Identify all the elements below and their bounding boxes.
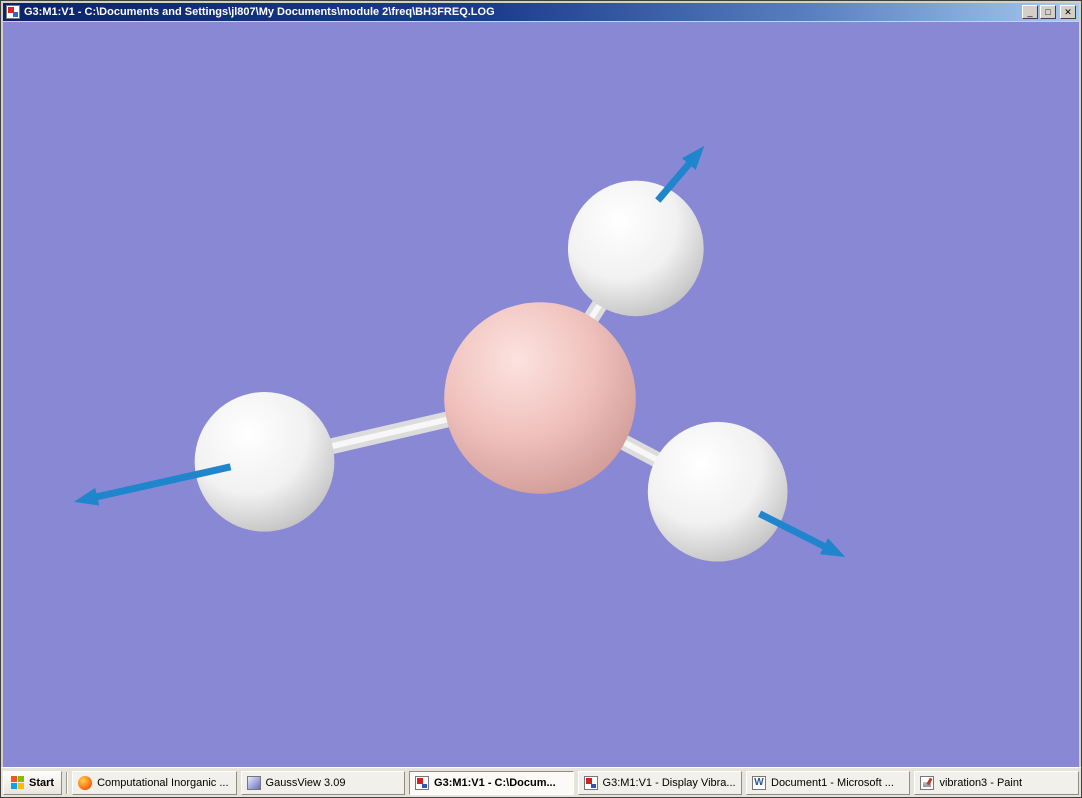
start-label: Start — [29, 777, 54, 789]
gaussview-window-icon — [584, 776, 598, 790]
task-label: vibration3 - Paint — [939, 777, 1072, 789]
molecule-svg — [3, 22, 1079, 767]
molecule-viewport[interactable] — [3, 22, 1079, 767]
taskbar-button-vibrations-window[interactable]: G3:M1:V1 - Display Vibra... — [578, 771, 742, 795]
taskbar-button-paint[interactable]: vibration3 - Paint — [914, 771, 1078, 795]
word-icon: W — [752, 776, 766, 790]
task-label: Computational Inorganic ... — [97, 777, 230, 789]
windows-logo-icon — [11, 776, 25, 790]
firefox-icon — [78, 776, 92, 790]
start-button[interactable]: Start — [3, 771, 62, 795]
atom-B[interactable] — [444, 302, 636, 493]
atom-H[interactable] — [648, 422, 788, 562]
taskbar-button-word[interactable]: W Document1 - Microsoft ... — [746, 771, 910, 795]
task-label: G3:M1:V1 - C:\Docum... — [434, 777, 567, 789]
minimize-button[interactable]: _ — [1022, 5, 1038, 19]
gaussview-icon — [247, 776, 261, 790]
atom-H[interactable] — [568, 181, 704, 317]
taskbar-button-molecule-window[interactable]: G3:M1:V1 - C:\Docum... — [409, 771, 573, 795]
taskbar-divider — [66, 772, 68, 794]
task-label: GaussView 3.09 — [266, 777, 399, 789]
taskbar: Start Computational Inorganic ... GaussV… — [1, 767, 1081, 797]
window-icon[interactable] — [6, 5, 20, 19]
window-title: G3:M1:V1 - C:\Documents and Settings\jl8… — [24, 6, 1020, 18]
task-label: Document1 - Microsoft ... — [771, 777, 904, 789]
close-button[interactable]: ✕ — [1060, 5, 1076, 19]
paint-icon — [920, 776, 934, 790]
maximize-button[interactable]: □ — [1040, 5, 1056, 19]
atom-H[interactable] — [195, 392, 335, 532]
task-label: G3:M1:V1 - Display Vibra... — [603, 777, 736, 789]
application-window: G3:M1:V1 - C:\Documents and Settings\jl8… — [0, 0, 1082, 798]
taskbar-button-gaussview[interactable]: GaussView 3.09 — [241, 771, 405, 795]
taskbar-button-browser[interactable]: Computational Inorganic ... — [72, 771, 236, 795]
taskbar-buttons: Computational Inorganic ... GaussView 3.… — [72, 771, 1079, 795]
titlebar[interactable]: G3:M1:V1 - C:\Documents and Settings\jl8… — [3, 3, 1079, 21]
gaussview-window-icon — [415, 776, 429, 790]
